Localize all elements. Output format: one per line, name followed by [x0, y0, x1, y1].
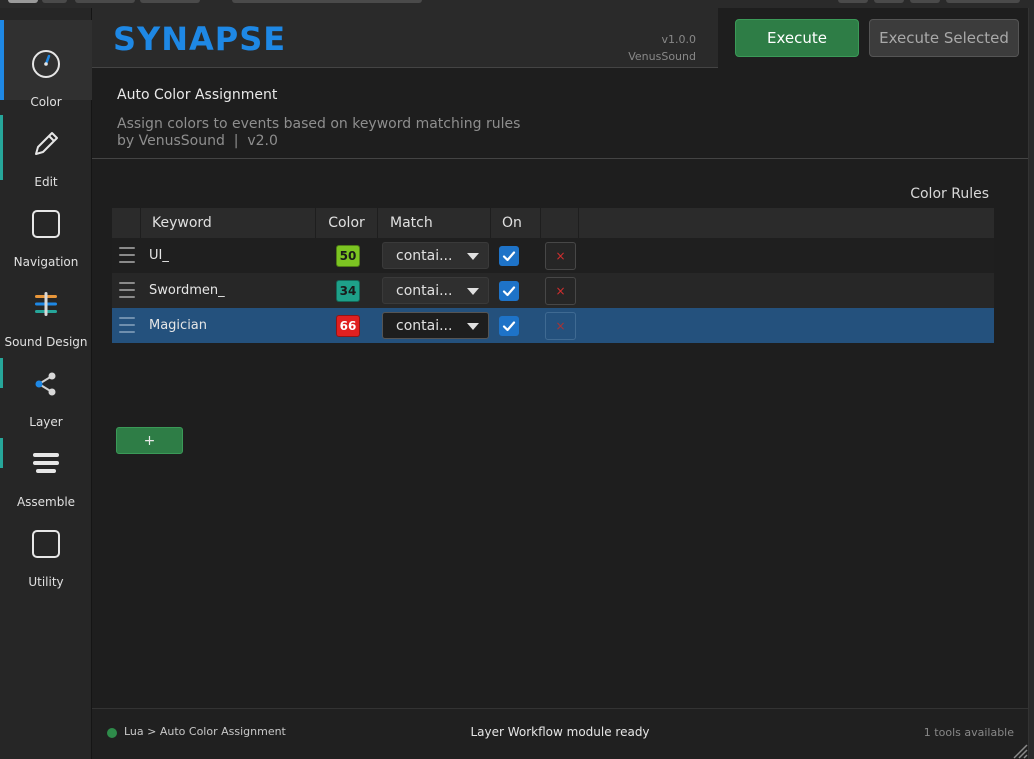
top-tab-indicator [8, 0, 38, 3]
square-icon [30, 528, 62, 560]
checkmark-icon [502, 251, 516, 262]
sidebar-item-assemble[interactable]: Assemble [0, 420, 92, 509]
match-select-value: contai... [396, 247, 453, 264]
table-row[interactable]: Magician 66 contai... × [112, 308, 994, 343]
module-description: Assign colors to events based on keyword… [117, 116, 521, 132]
column-header-match: Match [378, 208, 491, 238]
rule-enabled-checkbox[interactable] [499, 246, 519, 266]
sidebar-item-color[interactable]: Color [0, 20, 92, 109]
top-tab-indicator [874, 0, 904, 3]
top-strip [0, 0, 1034, 8]
delete-rule-button[interactable]: × [545, 312, 576, 340]
module-byline: by VenusSound | v2.0 [117, 133, 278, 149]
color-rules-table: Keyword Color Match On UI_ 50 contai... … [112, 208, 994, 343]
top-tab-indicator [946, 0, 1020, 3]
drag-handle-icon[interactable] [119, 282, 135, 298]
color-swatch[interactable]: 66 [336, 315, 360, 337]
share-nodes-icon [30, 368, 62, 400]
module-title: Auto Color Assignment [117, 87, 278, 103]
color-dial-icon [30, 48, 62, 80]
drag-handle-icon[interactable] [119, 247, 135, 263]
rule-keyword[interactable]: Magician [149, 308, 207, 343]
match-select-value: contai... [396, 317, 453, 334]
close-icon: × [555, 284, 566, 298]
match-select[interactable]: contai... [382, 277, 489, 304]
close-icon: × [555, 319, 566, 333]
match-select-value: contai... [396, 282, 453, 299]
chevron-down-icon [467, 253, 479, 260]
rule-enabled-checkbox[interactable] [499, 316, 519, 336]
version-info: v1.0.0 VenusSound [628, 31, 696, 65]
app-logo: SYNAPSE [113, 20, 287, 58]
vendor-name: VenusSound [628, 50, 696, 63]
sidebar: Color Edit Navigation Sound Design Layer… [0, 8, 92, 759]
match-select[interactable]: contai... [382, 242, 489, 269]
sliders-icon [30, 288, 62, 320]
sidebar-item-utility[interactable]: Utility [0, 500, 92, 589]
chevron-down-icon [467, 288, 479, 295]
table-row[interactable]: Swordmen_ 34 contai... × [112, 273, 994, 308]
checkmark-icon [502, 286, 516, 297]
chevron-down-icon [467, 323, 479, 330]
execute-button[interactable]: Execute [735, 19, 859, 57]
rule-keyword[interactable]: UI_ [149, 238, 169, 273]
top-tab-indicator [42, 0, 67, 3]
delete-rule-button[interactable]: × [545, 242, 576, 270]
column-header-color: Color [316, 208, 378, 238]
sidebar-item-navigation[interactable]: Navigation [0, 180, 92, 269]
table-header: Keyword Color Match On [112, 208, 994, 238]
resize-grip-icon[interactable] [1008, 739, 1028, 759]
top-tab-indicator [75, 0, 135, 3]
rules-section-label: Color Rules [910, 186, 989, 202]
sidebar-item-sound-design[interactable]: Sound Design [0, 260, 92, 349]
app-header: SYNAPSE v1.0.0 VenusSound [92, 8, 718, 68]
top-tab-indicator [838, 0, 868, 3]
sidebar-item-layer[interactable]: Layer [0, 340, 92, 429]
status-bar: Lua > Auto Color Assignment Layer Workfl… [92, 708, 1028, 759]
color-swatch[interactable]: 50 [336, 245, 360, 267]
drag-handle-icon[interactable] [119, 317, 135, 333]
stack-lines-icon [30, 448, 62, 480]
delete-rule-button[interactable]: × [545, 277, 576, 305]
checkmark-icon [502, 321, 516, 332]
status-message: Layer Workflow module ready [470, 725, 650, 739]
version-number: v1.0.0 [661, 33, 697, 46]
tools-count: 1 tools available [923, 726, 1014, 739]
table-row[interactable]: UI_ 50 contai... × [112, 238, 994, 273]
top-tab-indicator [140, 0, 200, 3]
right-edge-strip [1028, 8, 1034, 759]
section-divider [92, 158, 1028, 159]
color-swatch[interactable]: 34 [336, 280, 360, 302]
top-tab-indicator [910, 0, 940, 3]
rule-keyword[interactable]: Swordmen_ [149, 273, 225, 308]
column-header-keyword: Keyword [141, 208, 316, 238]
square-icon [30, 208, 62, 240]
column-header-on: On [491, 208, 541, 238]
close-icon: × [555, 249, 566, 263]
rule-enabled-checkbox[interactable] [499, 281, 519, 301]
pencil-icon [30, 128, 62, 160]
column-header-delete [541, 208, 579, 238]
add-rule-button[interactable]: + [116, 427, 183, 454]
execute-selected-button[interactable]: Execute Selected [869, 19, 1019, 57]
match-select[interactable]: contai... [382, 312, 489, 339]
column-header-drag [112, 208, 141, 238]
sidebar-item-edit[interactable]: Edit [0, 100, 92, 189]
top-tab-indicator [232, 0, 422, 3]
sidebar-item-label: Utility [28, 575, 64, 589]
